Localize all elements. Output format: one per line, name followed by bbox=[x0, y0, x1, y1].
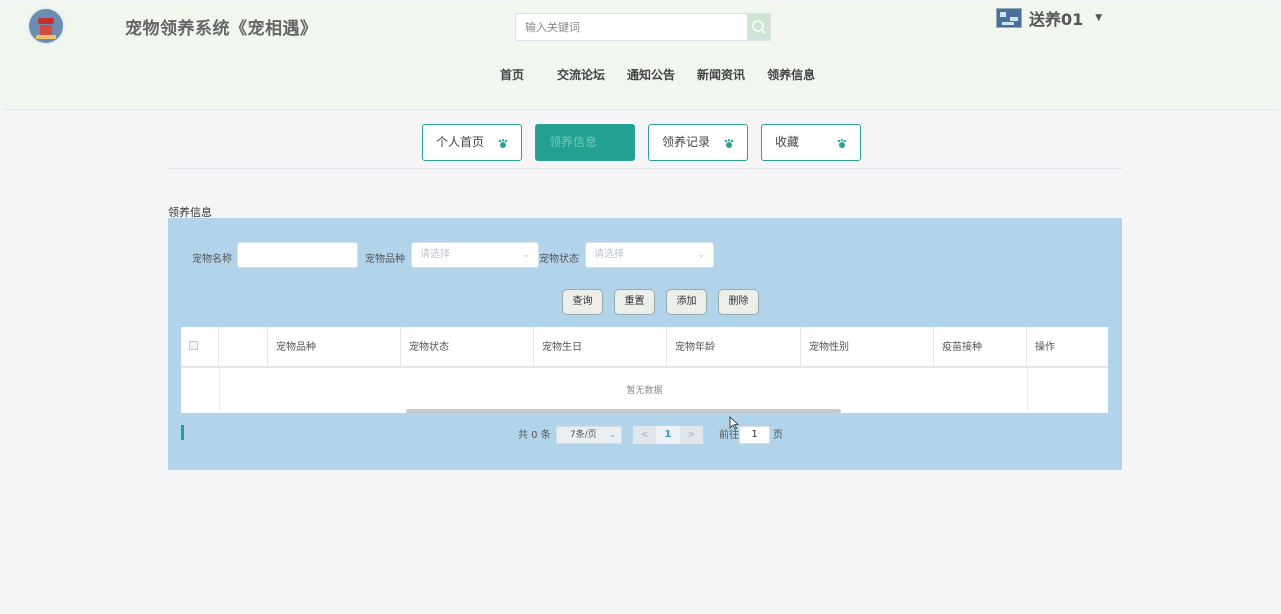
accent-bar bbox=[181, 425, 184, 440]
column-header-birthday[interactable]: 宠物生日 bbox=[534, 327, 667, 368]
tab-personal-home[interactable]: 个人首页 bbox=[422, 124, 522, 161]
mouse-cursor-icon bbox=[729, 416, 739, 430]
goto-page-input[interactable]: 1 bbox=[739, 426, 770, 444]
prev-page-button[interactable]: < bbox=[633, 426, 656, 444]
adoption-table: 宠物品种 宠物状态 宠物生日 宠物年龄 宠物性别 疫苗接种 操作 暂无数据 bbox=[181, 327, 1108, 413]
total-count: 共 0 条 bbox=[518, 430, 551, 441]
pet-name-input[interactable] bbox=[237, 242, 358, 268]
pet-status-select[interactable]: 请选择 ⌄ bbox=[585, 242, 714, 268]
paw-icon bbox=[837, 139, 847, 148]
pet-name-label: 宠物名称 bbox=[192, 254, 232, 265]
search-icon bbox=[752, 20, 766, 34]
column-header-status[interactable]: 宠物状态 bbox=[401, 327, 534, 368]
empty-data-text: 暂无数据 bbox=[626, 386, 663, 396]
user-menu[interactable]: 送养01 ▼ bbox=[996, 7, 1102, 29]
tab-adoption-records[interactable]: 领养记录 bbox=[648, 124, 748, 161]
table-header: 宠物品种 宠物状态 宠物生日 宠物年龄 宠物性别 疫苗接种 操作 bbox=[181, 327, 1108, 368]
pet-breed-label: 宠物品种 bbox=[365, 254, 405, 265]
pet-status-label: 宠物状态 bbox=[539, 254, 579, 265]
next-page-button[interactable]: > bbox=[680, 426, 703, 444]
page-number-current[interactable]: 1 bbox=[656, 426, 680, 444]
paw-icon bbox=[724, 139, 734, 148]
nav-item-home[interactable]: 首页 bbox=[500, 66, 524, 83]
add-button[interactable]: 添加 bbox=[666, 289, 707, 315]
top-header: 宠物领养系统《宠相遇》 送养01 ▼ 首页 交流论坛 通知公告 新闻资讯 领养信… bbox=[3, 2, 1278, 110]
page-size-value: 7条/页 bbox=[570, 430, 597, 440]
tab-adoption-info[interactable]: 领养信息 bbox=[535, 124, 635, 161]
pet-status-placeholder: 请选择 bbox=[594, 249, 624, 260]
main-nav: 首页 交流论坛 通知公告 新闻资讯 领养信息 bbox=[500, 66, 837, 83]
page-size-select[interactable]: 7条/页 ⌄ bbox=[556, 426, 622, 444]
column-header-actions: 操作 bbox=[1035, 342, 1055, 353]
select-all-checkbox[interactable] bbox=[189, 341, 198, 350]
reset-button[interactable]: 重置 bbox=[614, 289, 655, 315]
pet-breed-placeholder: 请选择 bbox=[420, 249, 450, 260]
avatar bbox=[996, 8, 1022, 28]
nav-item-notice[interactable]: 通知公告 bbox=[627, 66, 675, 83]
delete-button[interactable]: 删除 bbox=[718, 289, 759, 315]
search-input[interactable] bbox=[516, 14, 748, 40]
nav-item-adoption[interactable]: 领养信息 bbox=[767, 66, 815, 83]
chevron-down-icon: ⌄ bbox=[522, 250, 530, 260]
divider bbox=[168, 168, 1123, 169]
nav-item-news[interactable]: 新闻资讯 bbox=[697, 66, 745, 83]
paw-icon bbox=[498, 139, 508, 148]
username: 送养01 bbox=[1029, 10, 1084, 29]
pet-breed-select[interactable]: 请选择 ⌄ bbox=[411, 242, 539, 268]
query-button[interactable]: 查询 bbox=[562, 289, 603, 315]
column-header-vaccine[interactable]: 疫苗接种 bbox=[934, 327, 1027, 368]
tab-label: 领养信息 bbox=[549, 135, 598, 149]
page-suffix: 页 bbox=[773, 430, 783, 441]
search-box bbox=[515, 13, 771, 41]
adoption-panel: 宠物名称 宠物品种 请选择 ⌄ 宠物状态 请选择 ⌄ 查询 重置 添加 删除 宠… bbox=[168, 218, 1122, 470]
tab-favorites[interactable]: 收藏 bbox=[761, 124, 861, 161]
select-all-column bbox=[181, 327, 219, 368]
tab-label: 领养记录 bbox=[662, 135, 711, 149]
column-header-gender[interactable]: 宠物性别 bbox=[801, 327, 934, 368]
tab-label: 个人首页 bbox=[436, 135, 485, 149]
tab-label: 收藏 bbox=[775, 135, 800, 149]
column-header bbox=[219, 327, 268, 368]
column-header-age[interactable]: 宠物年龄 bbox=[667, 327, 801, 368]
horizontal-scrollbar[interactable] bbox=[406, 409, 841, 413]
site-logo-icon[interactable] bbox=[27, 7, 65, 45]
chevron-down-icon[interactable]: ▼ bbox=[1095, 13, 1102, 23]
column-header-breed[interactable]: 宠物品种 bbox=[268, 327, 401, 368]
chevron-down-icon: ⌄ bbox=[697, 250, 705, 260]
chevron-down-icon: ⌄ bbox=[609, 430, 616, 439]
nav-item-forum[interactable]: 交流论坛 bbox=[557, 66, 605, 83]
profile-tabs: 个人首页 领养信息 领养记录 收藏 bbox=[422, 124, 874, 161]
site-title: 宠物领养系统《宠相遇》 bbox=[125, 19, 318, 39]
search-button[interactable] bbox=[747, 14, 770, 40]
